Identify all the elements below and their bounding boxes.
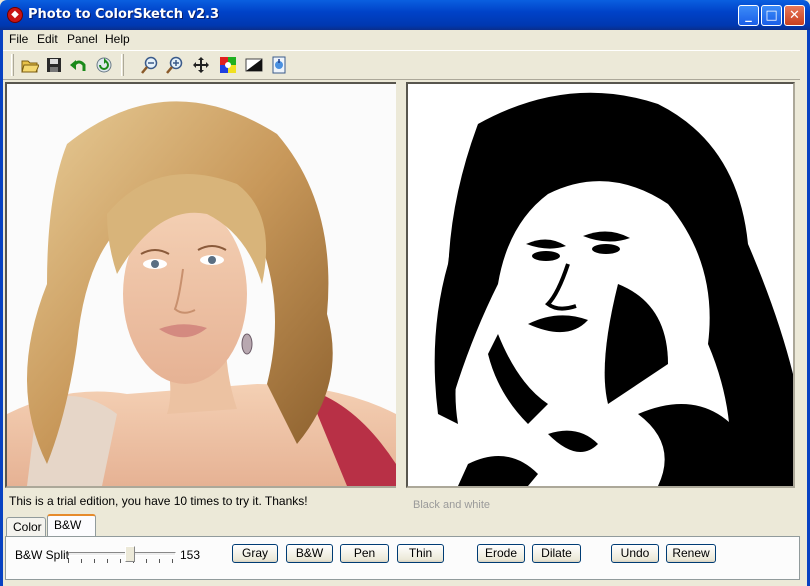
open-button[interactable] xyxy=(19,54,41,76)
undo-arrow-icon xyxy=(70,60,86,71)
refresh-icon xyxy=(96,57,112,73)
zoom-in-icon xyxy=(166,56,183,74)
color-palette-icon xyxy=(220,57,236,73)
tab-bw[interactable]: B&W xyxy=(47,514,96,537)
save-icon xyxy=(47,58,61,72)
color-button[interactable] xyxy=(217,54,239,76)
maximize-icon: □ xyxy=(765,8,778,23)
right-panel-edge xyxy=(798,82,807,488)
zoom-out-button[interactable] xyxy=(139,54,161,76)
minimize-icon: _ xyxy=(745,8,752,23)
undo-action-button[interactable]: Undo xyxy=(611,544,659,563)
split-slider-ticks xyxy=(68,559,176,563)
menu-panel[interactable]: Panel xyxy=(67,32,98,46)
split-label: B&W Split xyxy=(15,548,70,562)
close-icon: ✕ xyxy=(789,8,800,23)
trial-notice: This is a trial edition, you have 10 tim… xyxy=(9,494,308,508)
menu-edit[interactable]: Edit xyxy=(37,32,58,46)
zoom-out-icon xyxy=(141,56,158,74)
move-icon xyxy=(193,57,209,73)
toolbar-grip[interactable] xyxy=(121,54,124,76)
sketch-panel[interactable] xyxy=(406,82,795,488)
refresh-button[interactable] xyxy=(93,54,115,76)
close-button[interactable]: ✕ xyxy=(784,5,805,26)
export-icon xyxy=(272,56,286,74)
split-slider-thumb[interactable] xyxy=(125,546,136,562)
maximize-button[interactable]: □ xyxy=(761,5,782,26)
window-frame-left xyxy=(0,30,3,586)
minimize-button[interactable]: _ xyxy=(738,5,759,26)
toolbar xyxy=(3,50,800,80)
move-button[interactable] xyxy=(190,54,212,76)
renew-button[interactable]: Renew xyxy=(666,544,716,563)
original-photo-image xyxy=(7,84,396,486)
open-folder-icon xyxy=(21,60,39,73)
save-button[interactable] xyxy=(43,54,65,76)
toolbar-grip[interactable] xyxy=(11,54,14,76)
dilate-button[interactable]: Dilate xyxy=(532,544,581,563)
mode-caption: Black and white xyxy=(413,499,491,511)
bw-sketch-image xyxy=(408,84,793,486)
menu-file[interactable]: File xyxy=(9,32,28,46)
menu-bar: File Edit Panel Help xyxy=(3,30,807,49)
title-bar[interactable]: ◆ Photo to ColorSketch v2.3 _ □ ✕ xyxy=(0,0,810,30)
menu-help[interactable]: Help xyxy=(105,32,130,46)
original-photo-panel[interactable] xyxy=(5,82,398,488)
undo-button[interactable] xyxy=(67,54,89,76)
tab-color[interactable]: Color xyxy=(6,517,46,537)
window-title: Photo to ColorSketch v2.3 xyxy=(28,7,220,22)
pen-button[interactable]: Pen xyxy=(340,544,389,563)
split-slider[interactable] xyxy=(66,546,180,564)
bw-button[interactable]: B&W xyxy=(286,544,333,563)
split-slider-track[interactable] xyxy=(68,552,176,556)
thin-button[interactable]: Thin xyxy=(397,544,444,563)
contrast-icon xyxy=(245,58,263,72)
erode-button[interactable]: Erode xyxy=(477,544,525,563)
zoom-in-button[interactable] xyxy=(164,54,186,76)
contrast-button[interactable] xyxy=(243,54,265,76)
panel-divider[interactable] xyxy=(396,82,405,488)
split-value: 153 xyxy=(180,548,201,562)
app-logo-icon[interactable]: ◆ xyxy=(7,7,23,23)
export-button[interactable] xyxy=(268,54,290,76)
gray-button[interactable]: Gray xyxy=(232,544,278,563)
